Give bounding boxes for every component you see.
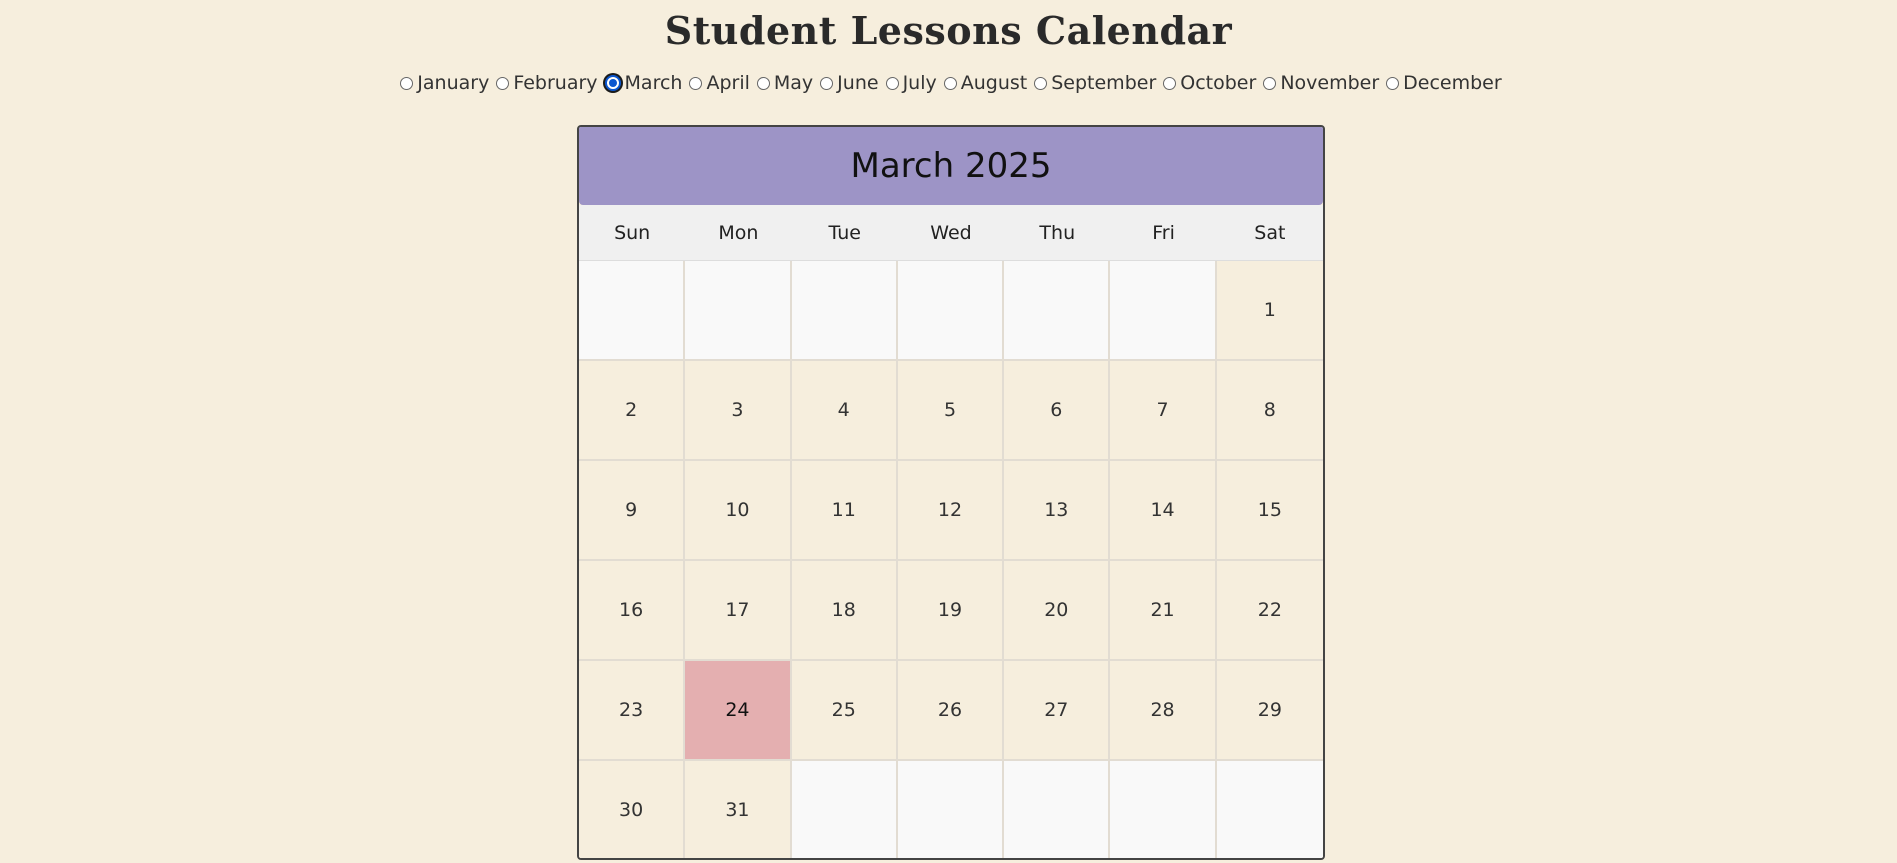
day-cell[interactable]: 22 [1216,561,1323,661]
month-label: November [1280,72,1380,94]
empty-day-cell [579,261,686,361]
month-radio[interactable] [943,76,957,90]
day-cell[interactable]: 14 [1110,461,1217,561]
day-cell[interactable]: 15 [1216,461,1323,561]
day-cell[interactable]: 8 [1216,361,1323,461]
day-cell[interactable]: 1 [1216,261,1323,361]
month-radio[interactable] [400,76,414,90]
day-cell[interactable]: 31 [685,761,792,858]
weekday-label: Wed [930,221,972,244]
month-label: August [960,72,1028,94]
empty-day-cell [1004,261,1111,361]
weekday-header-row: Sun Mon Tue Wed Thu Fri Sat [579,205,1323,261]
month-label: January [417,72,490,94]
empty-day-cell [791,761,898,858]
calendar: March 2025 Sun Mon Tue Wed Thu Fri Sat 1234567… [577,125,1325,860]
month-option-august[interactable]: August [939,72,1028,94]
month-radio[interactable] [820,76,834,90]
day-cell[interactable]: 4 [791,361,898,461]
empty-day-cell [1004,761,1111,858]
day-cell[interactable]: 2 [579,361,686,461]
day-cell[interactable]: 25 [791,661,898,761]
day-cell[interactable]: 16 [579,561,686,661]
month-radio[interactable] [1034,76,1048,90]
day-cell[interactable]: 10 [685,461,792,561]
month-label: June [837,72,879,94]
month-label: February [513,72,598,94]
highlighted-day-cell[interactable]: 24 [685,661,792,761]
weekday-label: Mon [718,221,759,244]
empty-day-cell [897,261,1005,361]
day-cell[interactable]: 7 [1110,361,1217,461]
month-option-july[interactable]: July [881,72,937,94]
month-option-october[interactable]: October [1158,72,1256,94]
day-cell[interactable]: 6 [1004,361,1111,461]
empty-day-cell [1110,261,1217,361]
day-cell[interactable]: 18 [791,561,898,661]
page-title: Student Lessons Calendar [664,8,1233,53]
month-option-november[interactable]: November [1258,72,1379,94]
month-option-march[interactable]: March [600,72,683,94]
day-cell[interactable]: 29 [1216,661,1323,761]
weekday-label: Sat [1254,221,1286,244]
weekday-label: Fri [1152,221,1175,244]
empty-day-cell [1216,761,1323,858]
empty-day-cell [1110,761,1217,858]
day-cell[interactable]: 28 [1110,661,1217,761]
day-cell[interactable]: 26 [897,661,1005,761]
month-option-september[interactable]: September [1029,72,1156,94]
month-option-january[interactable]: January [395,72,489,94]
weekday-label: Tue [828,221,861,244]
month-radio[interactable] [689,76,703,90]
day-cell[interactable]: 23 [579,661,686,761]
month-radio[interactable] [604,75,621,91]
empty-day-cell [685,261,792,361]
month-label: September [1051,72,1157,94]
month-label: December [1403,72,1502,94]
day-cell[interactable]: 13 [1004,461,1111,561]
weekday-label: Thu [1039,221,1076,244]
month-radio[interactable] [756,76,770,90]
month-option-april[interactable]: April [684,72,750,94]
month-option-december[interactable]: December [1381,72,1502,94]
day-cell[interactable]: 3 [685,361,792,461]
calendar-grid: 1 2 3 4 5 6 7 8 9 10 11 12 13 14 15 16 17 18 19 20 21 22 23 24 2… [579,261,1323,858]
day-cell[interactable]: 21 [1110,561,1217,661]
month-label: April [706,72,750,94]
month-label: July [902,72,937,94]
month-label: October [1180,72,1257,94]
month-option-june[interactable]: June [815,72,879,94]
day-cell[interactable]: 19 [897,561,1005,661]
month-radio[interactable] [885,76,899,90]
day-cell[interactable]: 27 [1004,661,1111,761]
day-cell[interactable]: 11 [791,461,898,561]
month-radio[interactable] [1263,76,1277,90]
calendar-month-heading: March 2025 [579,127,1323,205]
month-radio[interactable] [496,76,510,90]
month-option-may[interactable]: May [752,72,813,94]
weekday-label: Sun [614,221,651,244]
day-cell[interactable]: 9 [579,461,686,561]
day-cell[interactable]: 12 [897,461,1005,561]
month-radio[interactable] [1386,76,1400,90]
empty-day-cell [791,261,898,361]
month-label: March [624,72,683,94]
month-radio[interactable] [1163,76,1177,90]
day-cell[interactable]: 17 [685,561,792,661]
day-cell[interactable]: 30 [579,761,686,858]
day-cell[interactable]: 5 [897,361,1005,461]
day-cell[interactable]: 20 [1004,561,1111,661]
month-selector: January February March April May June July Augu… [0,72,1897,94]
empty-day-cell [897,761,1005,858]
month-label: May [773,72,814,94]
month-option-february[interactable]: February [491,72,598,94]
